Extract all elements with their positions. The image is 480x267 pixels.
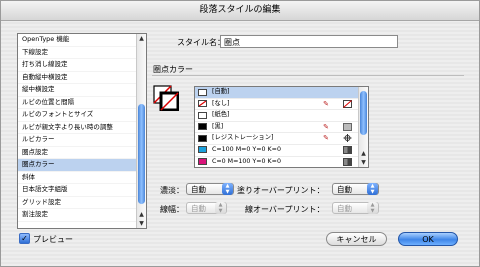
- sidebar-item[interactable]: 割注設定: [18, 209, 146, 222]
- overprint-fill-value: 自動: [337, 185, 352, 194]
- sidebar-item[interactable]: 打ち消し線設定: [18, 59, 146, 72]
- tint-value: 自動: [191, 185, 206, 194]
- swatch-scrollbar[interactable]: ▲ ▼: [358, 87, 368, 167]
- sidebar-item[interactable]: 下線設定: [18, 47, 146, 59]
- sidebar-item[interactable]: 自動縦中横設定: [18, 72, 146, 84]
- overprint-fill-label: 塗りオーバープリント：: [237, 186, 325, 195]
- chevron-updown-icon: ▲ ▼: [367, 202, 378, 214]
- sidebar-item[interactable]: 圏点設定: [18, 147, 146, 159]
- swatch-row[interactable]: C=0 M=100 Y=0 K=0: [195, 157, 368, 167]
- section-divider: [152, 75, 464, 76]
- overprint-fill-select[interactable]: 自動 ▲ ▼: [332, 183, 379, 195]
- overprint-stroke-value: 自動: [337, 204, 352, 213]
- style-name-label: スタイル名：: [177, 38, 225, 47]
- preview-checkbox[interactable]: ✓: [19, 233, 30, 244]
- no-edit-icon: ✎: [323, 134, 329, 143]
- swatch-chip: [198, 123, 207, 131]
- sidebar-item[interactable]: 斜体: [18, 172, 146, 184]
- dialog-window: 段落スタイルの編集 OpenType 機能 下線設定 打ち消し線設定 自動縦中横設定縦…: [0, 0, 480, 267]
- tint-label: 濃淡：: [160, 186, 184, 195]
- sidebar-scrollbar[interactable]: ▲ ▲ ▼: [136, 34, 146, 228]
- swatch-chip: [198, 88, 207, 96]
- swatch-name: [レジストレーション]: [212, 134, 274, 142]
- swatch-name: [紙色]: [212, 111, 230, 119]
- sidebar-item[interactable]: 圏点カラー: [18, 159, 146, 172]
- swatch-chip: [198, 146, 207, 154]
- swatch-name: C=100 M=0 Y=0 K=0: [212, 145, 281, 153]
- style-name-input[interactable]: 圏点: [220, 35, 398, 48]
- swatch-name: [なし]: [212, 99, 230, 107]
- no-edit-icon: ✎: [323, 122, 329, 131]
- scroll-down-icon[interactable]: ▼: [137, 219, 146, 228]
- scroll-up-icon[interactable]: ▲: [137, 34, 146, 43]
- swatch-chip: [198, 111, 207, 119]
- ok-button[interactable]: OK: [398, 232, 458, 246]
- swatch-scroll-thumb[interactable]: [360, 91, 367, 135]
- process-color-icon: [343, 122, 352, 131]
- sidebar-list[interactable]: OpenType 機能 下線設定 打ち消し線設定 自動縦中横設定 縦中横設定 ルビの位置と…: [17, 33, 147, 229]
- overprint-stroke-label: 線オーバープリント：: [245, 205, 325, 214]
- sidebar-item[interactable]: ルビのフォントとサイズ: [18, 109, 146, 122]
- swatch-row[interactable]: [黒] ✎: [195, 122, 368, 134]
- sidebar-item[interactable]: 縦中横設定: [18, 84, 146, 97]
- checkmark-icon: ✓: [21, 234, 28, 243]
- swatch-row[interactable]: [レジストレーション] ✎: [195, 133, 368, 145]
- weight-value: 自動: [191, 204, 206, 213]
- swatch-name: [黒]: [212, 122, 224, 130]
- chevron-updown-icon: ▲ ▼: [367, 183, 378, 195]
- swatch-row[interactable]: [なし] ✎: [195, 99, 368, 111]
- sidebar-item[interactable]: 日本語文字組版: [18, 184, 146, 197]
- none-swatch-icon: [343, 99, 352, 108]
- sidebar-item[interactable]: OpenType 機能: [18, 34, 146, 47]
- chevron-updown-icon: ▲ ▼: [215, 202, 226, 214]
- chevron-updown-icon: ▲ ▼: [222, 183, 233, 195]
- sidebar-item[interactable]: ルビカラー: [18, 134, 146, 147]
- scroll-up-icon[interactable]: ▲: [137, 210, 146, 219]
- weight-select[interactable]: 自動 ▲ ▼: [186, 202, 227, 214]
- fill-stroke-swatch-icon: [153, 85, 179, 111]
- scroll-up-icon[interactable]: ▲: [359, 149, 368, 158]
- swatch-name: [自動]: [212, 88, 230, 95]
- sidebar-item[interactable]: ルビの位置と間隔: [18, 97, 146, 109]
- no-edit-icon: ✎: [323, 99, 329, 108]
- swatch-chip: [198, 100, 207, 108]
- sidebar-scroll-thumb[interactable]: [138, 104, 145, 204]
- tint-select[interactable]: 自動 ▲ ▼: [186, 183, 234, 195]
- sidebar-item[interactable]: グリッド設定: [18, 197, 146, 209]
- registration-icon: [343, 134, 352, 143]
- swatch-row[interactable]: [紙色]: [195, 110, 368, 122]
- overprint-stroke-select[interactable]: 自動 ▲ ▼: [332, 202, 379, 214]
- swatch-row[interactable]: [自動]: [195, 87, 368, 99]
- window-title: 段落スタイルの編集: [1, 1, 479, 21]
- swatch-name: C=0 M=100 Y=0 K=0: [212, 157, 281, 165]
- cancel-button[interactable]: キャンセル: [326, 232, 387, 246]
- sidebar-item[interactable]: ルビが親文字より長い時の調整: [18, 122, 146, 134]
- swatch-list[interactable]: [自動] [なし] ✎ [紙色] [黒] ✎ [レジストレーション] ✎ C=100 M=0 Y…: [194, 86, 369, 168]
- swatch-chip: [198, 158, 207, 166]
- preview-label: プレビュー: [33, 235, 73, 244]
- cmyk-icon: [343, 145, 352, 154]
- swatch-row[interactable]: C=100 M=0 Y=0 K=0: [195, 145, 368, 157]
- scroll-down-icon[interactable]: ▼: [359, 158, 368, 167]
- cmyk-icon: [343, 157, 352, 166]
- section-title: 圏点カラー: [153, 65, 193, 74]
- swatch-chip: [198, 134, 207, 142]
- weight-label: 線幅：: [160, 205, 184, 214]
